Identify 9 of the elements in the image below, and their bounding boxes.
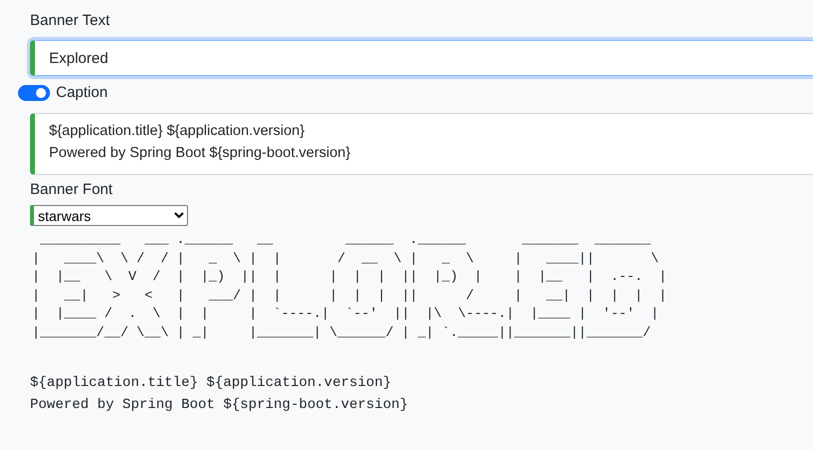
ascii-art-text: __________ ___ .______ __ ______ .______ _______ _______ | ____\ \ / / | _ \ | | / __ \ | _ \ | ____|| \ | |__ \ V / | |_) || | | | | || |_) | | |__ | .--. | | __| > < | ___/ | | | | | || / | __| | | | | | |____ / . \ | | | `----.| `--' || |\ \----.| |____ | '--' | |_______/__/ \__\ | _| |_______| \______/ | _| `._____||_______||_______/	[32, 232, 667, 343]
banner-text-input[interactable]: Explored	[30, 40, 813, 76]
field-label: Banner Text	[30, 11, 110, 31]
field-label: Banner Font	[30, 180, 113, 200]
toggle-label: Caption	[56, 83, 108, 103]
caption-textarea[interactable]: ${application.title} ${application.version} Powered by Spring Boot ${spring-boot.version}	[30, 113, 813, 175]
font-select[interactable]: starwars	[30, 205, 188, 226]
banner-caption-output: ${application.title} ${application.version} Powered by Spring Boot ${spring-boot.version}	[30, 374, 408, 415]
caption-toggle[interactable]	[18, 85, 50, 101]
